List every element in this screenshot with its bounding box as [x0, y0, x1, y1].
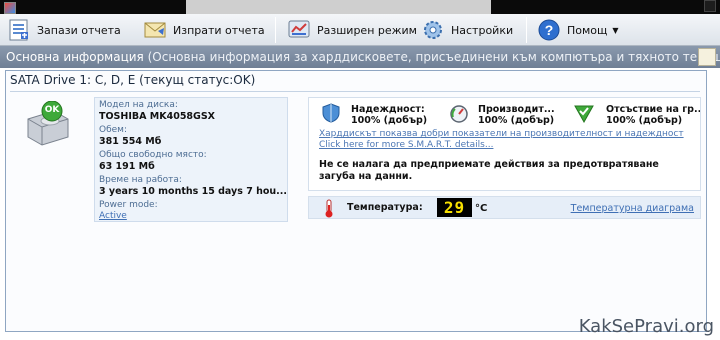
power-mode-link[interactable]: Active: [99, 211, 127, 221]
volume-value: 381 554 Mб: [99, 136, 162, 147]
temperature-value: 29: [437, 198, 472, 217]
app-icon[interactable]: [4, 2, 16, 14]
toolbar: Запази отчета Изпрати отчета Разширен ре…: [0, 14, 720, 46]
drive-properties: Модел на диска: TOSHIBA MK4058GSX Обем: …: [94, 97, 288, 222]
power-mode-label: Power mode:: [99, 200, 158, 210]
free-space-label: Общо свободно място:: [99, 150, 207, 160]
gear-icon: [420, 17, 446, 43]
send-report-button[interactable]: Изпрати отчета: [142, 17, 265, 43]
drive-panel: SATA Drive 1: C, D, E (текущ статус:OK) …: [5, 70, 707, 332]
performance-value: 100% (добър): [478, 115, 555, 126]
help-button[interactable]: ? Помощ ▼: [536, 17, 619, 43]
title-bar: [0, 0, 720, 14]
section-subtitle: (Основна информация за харддисковете, пр…: [143, 50, 720, 64]
section-header: Основна информация (Основна информация з…: [0, 46, 720, 68]
drive-title: SATA Drive 1: C, D, E (текущ статус:OK): [10, 73, 256, 87]
question-mark-icon: ?: [536, 17, 562, 43]
settings-button[interactable]: Настройки: [420, 17, 513, 43]
thermometer-icon: [323, 199, 335, 222]
temperature-label: Температура:: [347, 202, 423, 213]
export-icon[interactable]: [698, 48, 716, 66]
send-report-label: Изпрати отчета: [173, 23, 265, 37]
advanced-mode-icon: [286, 17, 312, 43]
save-report-button[interactable]: Запази отчета: [6, 17, 121, 43]
errors-value: 100% (добър): [606, 115, 683, 126]
svg-text:?: ?: [545, 22, 554, 38]
model-value: TOSHIBA MK4058GSX: [99, 111, 216, 122]
toolbar-separator: [526, 17, 527, 43]
hard-drive-ok-icon: OK: [24, 100, 70, 149]
model-label: Модел на диска:: [99, 100, 178, 110]
settings-label: Настройки: [451, 23, 514, 37]
uptime-label: Време на работа:: [99, 175, 182, 185]
reliability-value: 100% (добър): [351, 115, 428, 126]
shield-icon: [321, 103, 341, 123]
checkmark-icon: [574, 103, 594, 124]
reliability-title: Надеждност:: [351, 104, 425, 115]
smart-details-link[interactable]: Харддискът показва добри показатели на п…: [319, 129, 691, 151]
help-label: Помощ: [567, 23, 608, 37]
temperature-chart-link[interactable]: Температурна диаграма: [571, 203, 694, 214]
uptime-value: 3 years 10 months 15 days 7 hou...: [99, 186, 287, 197]
temperature-unit: °C: [475, 203, 488, 214]
drive-panel-body: SATA Drive 1: C, D, E (текущ статус:OK) …: [6, 71, 706, 331]
save-report-label: Запази отчета: [37, 23, 121, 37]
chevron-down-icon: ▼: [612, 25, 619, 35]
divider: [10, 91, 700, 92]
watermark: KakSePravi.org: [578, 316, 714, 337]
temperature-box: Температура: 29 °C Температурна диаграма: [308, 196, 701, 219]
speedometer-icon: [449, 103, 469, 123]
window-control-button[interactable]: [704, 0, 716, 12]
volume-label: Обем:: [99, 125, 127, 135]
performance-title: Производит...: [478, 104, 555, 115]
toolbar-separator: [275, 17, 276, 43]
envelope-icon: [142, 17, 168, 43]
section-title: Основна информация: [6, 50, 144, 64]
advanced-mode-label: Разширен режим: [317, 23, 417, 37]
ok-status-badge: OK: [44, 105, 60, 115]
free-space-value: 63 191 Mб: [99, 161, 155, 172]
errors-title: Отсъствие на гр...: [606, 104, 700, 115]
title-bar-blank-area: [186, 0, 491, 14]
advanced-mode-button[interactable]: Разширен режим: [286, 17, 417, 43]
health-status-box: Надеждност: 100% (добър) Производит... 1…: [308, 97, 701, 191]
advice-text: Не се налага да предприемате действия за…: [319, 159, 659, 182]
save-report-icon: [6, 17, 32, 43]
